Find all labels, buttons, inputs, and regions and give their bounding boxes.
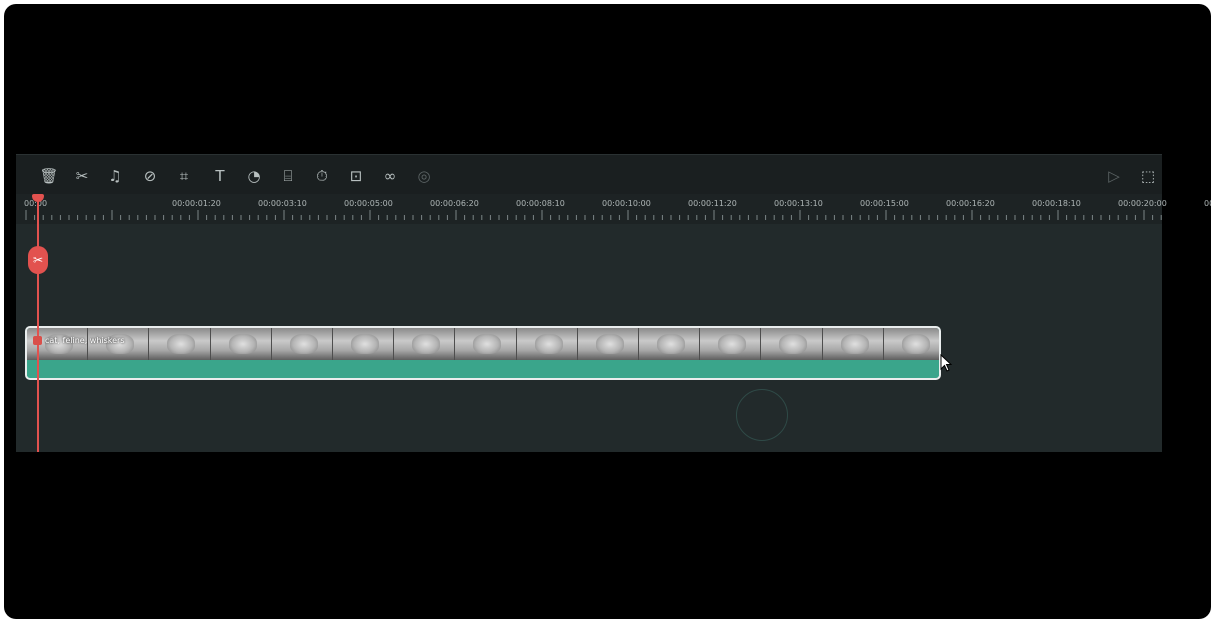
video-frame: 🗑 ✂ ♫ ⊘ ⌗ T ◔ ⌸ ⏱ ⊡ ∞ ◎ ▷ ⬚ 00:00 00:00:0… (4, 4, 1211, 619)
scissors-icon[interactable]: ✂ (72, 166, 92, 186)
text-icon[interactable]: T (210, 166, 230, 186)
trash-icon[interactable]: 🗑 (39, 166, 59, 186)
crop-icon[interactable]: ⌗ (174, 166, 194, 186)
clip-thumbnail (210, 328, 272, 360)
more-icon[interactable]: ◎ (414, 166, 434, 186)
ruler-timecode: 00:00:06:20 (430, 199, 479, 208)
ruler-timecode: 00:00:03:10 (258, 199, 307, 208)
speed-icon[interactable]: ◔ (244, 166, 264, 186)
disable-icon[interactable]: ⊘ (140, 166, 160, 186)
ruler-timecode: 00:00:20:00 (1118, 199, 1167, 208)
split-scissors-button[interactable]: ✂ (28, 246, 48, 274)
audio-split-icon[interactable]: ♫ (105, 166, 125, 186)
fit-icon[interactable]: ⊡ (346, 166, 366, 186)
ruler-timecode: 00:00:08:10 (516, 199, 565, 208)
clip-thumbnail (394, 328, 456, 360)
marker-icon[interactable]: ⬚ (1138, 166, 1158, 186)
clip-audio-waveform (27, 360, 939, 376)
ruler-timecode: 00:00:05:00 (344, 199, 393, 208)
ruler-timecode: 00:00:11:20 (688, 199, 737, 208)
ruler-timecode: 00:00:15:00 (860, 199, 909, 208)
clip-thumbnail (516, 328, 578, 360)
mouse-cursor-icon (940, 354, 953, 372)
clip-label: cat, feline, whiskers (33, 334, 125, 348)
clip-thumbnail (822, 328, 884, 360)
clip-thumbnails (27, 328, 939, 360)
click-indicator (736, 389, 788, 441)
ruler-timecode: 00:00:16:20 (946, 199, 995, 208)
clip-thumbnail (700, 328, 762, 360)
ruler-timecode: 00:00:01:20 (172, 199, 221, 208)
clip-thumbnail (761, 328, 823, 360)
clip-thumbnail (149, 328, 211, 360)
clip-thumbnail (639, 328, 701, 360)
ruler-timecode: 00:00:13:10 (774, 199, 823, 208)
clip-name: cat, feline, whiskers (45, 336, 125, 345)
ruler-timecode: 00:00:18:10 (1032, 199, 1081, 208)
clip-type-icon (33, 336, 42, 345)
clip-thumbnail (271, 328, 333, 360)
timer-icon[interactable]: ⏱ (312, 166, 332, 186)
ruler-timecode: 00:00:10:00 (602, 199, 651, 208)
clip-thumbnail (333, 328, 395, 360)
ruler-timecode: 00:00:21: (1204, 199, 1211, 208)
render-icon[interactable]: ▷ (1104, 166, 1124, 186)
clip-thumbnail (455, 328, 517, 360)
timeline-ruler[interactable]: 00:00 00:00:01:20 00:00:03:10 00:00:05:00 00… (16, 194, 1211, 225)
playhead[interactable] (37, 194, 39, 452)
timeline-toolbar: 🗑 ✂ ♫ ⊘ ⌗ T ◔ ⌸ ⏱ ⊡ ∞ ◎ ▷ ⬚ (16, 154, 1162, 195)
mask-icon[interactable]: ∞ (380, 166, 400, 186)
clip-thumbnail (577, 328, 639, 360)
video-clip[interactable]: cat, feline, whiskers (25, 326, 941, 380)
keyframe-icon[interactable]: ⌸ (278, 166, 298, 186)
timeline-editor: 🗑 ✂ ♫ ⊘ ⌗ T ◔ ⌸ ⏱ ⊡ ∞ ◎ ▷ ⬚ 00:00 00:00:0… (16, 154, 1211, 452)
clip-thumbnail (883, 328, 939, 360)
